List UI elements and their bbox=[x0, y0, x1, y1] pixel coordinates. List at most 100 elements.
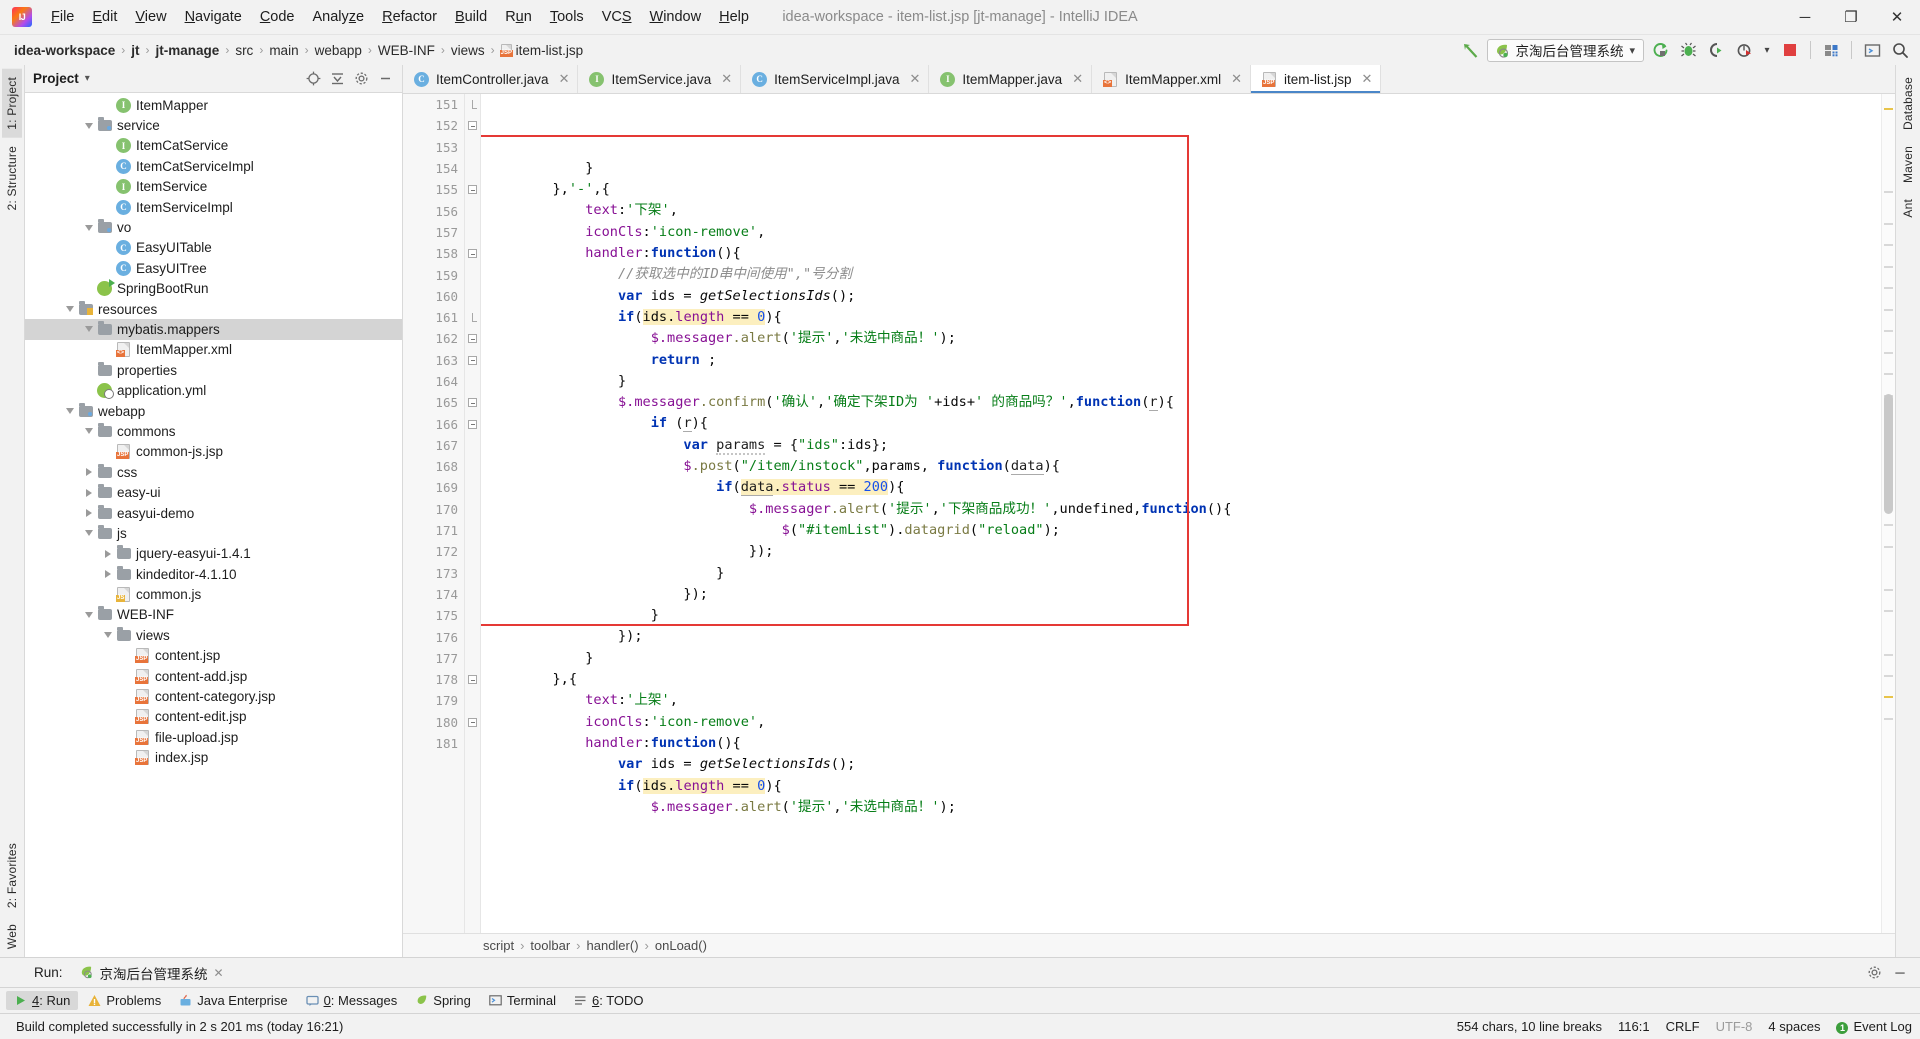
debug-icon[interactable] bbox=[1676, 38, 1700, 62]
close-icon[interactable]: ✕ bbox=[559, 71, 570, 87]
editor-marker[interactable] bbox=[1884, 330, 1893, 332]
tree-node-itemcatservice[interactable]: I ItemCatService bbox=[25, 136, 402, 156]
tree-twisty-down-icon[interactable] bbox=[101, 632, 115, 639]
run-with-coverage-icon[interactable] bbox=[1704, 38, 1728, 62]
editor-marker[interactable] bbox=[1884, 524, 1893, 526]
editor-breadcrumb-handler-[interactable]: handler() bbox=[583, 937, 643, 954]
search-everywhere-icon[interactable] bbox=[1888, 38, 1912, 62]
code-line[interactable]: iconCls:'icon-remove', bbox=[487, 222, 1881, 243]
code-line[interactable]: },'-',{ bbox=[487, 179, 1881, 200]
minimize-button[interactable]: ─ bbox=[1782, 0, 1828, 35]
tree-node-file-upload.jsp[interactable]: JSP file-upload.jsp bbox=[25, 727, 402, 747]
tool-window-web[interactable]: Web bbox=[2, 916, 22, 957]
code-line[interactable]: return ; bbox=[487, 350, 1881, 371]
tree-node-resources[interactable]: resources bbox=[25, 299, 402, 319]
breadcrumb-item-views[interactable]: views bbox=[447, 41, 489, 60]
bottom-tool-0-messages[interactable]: 0: Messages bbox=[298, 991, 406, 1010]
code-line[interactable]: } bbox=[487, 648, 1881, 669]
tree-node-itemservice[interactable]: I ItemService bbox=[25, 177, 402, 197]
breadcrumb-item-main[interactable]: main bbox=[265, 41, 302, 60]
code-line[interactable]: var ids = getSelectionsIds(); bbox=[487, 286, 1881, 307]
code-line[interactable]: }); bbox=[487, 626, 1881, 647]
hide-panel-icon[interactable]: ─ bbox=[1888, 961, 1912, 985]
tree-twisty-right-icon[interactable] bbox=[101, 570, 115, 579]
editor-marker[interactable] bbox=[1884, 266, 1893, 268]
fold-marker-minus[interactable] bbox=[465, 712, 480, 733]
tree-node-kindeditor-4.1.10[interactable]: kindeditor-4.1.10 bbox=[25, 564, 402, 584]
close-icon[interactable]: ✕ bbox=[1231, 71, 1242, 87]
bottom-tool-problems[interactable]: Problems bbox=[80, 991, 169, 1010]
file-encoding[interactable]: UTF-8 bbox=[1708, 1019, 1761, 1034]
fold-marker-minus[interactable] bbox=[465, 392, 480, 413]
code-line[interactable]: $.messager.confirm('确认','确定下架ID为 '+ids+'… bbox=[487, 392, 1881, 413]
fold-marker-end[interactable] bbox=[465, 94, 480, 115]
collapse-all-icon[interactable] bbox=[326, 68, 348, 90]
profile-icon[interactable] bbox=[1732, 38, 1756, 62]
close-icon[interactable]: ✕ bbox=[721, 71, 732, 87]
code-line[interactable]: $.post("/item/instock",params, function(… bbox=[487, 456, 1881, 477]
editor-tab-itemcontroller-java[interactable]: C ItemController.java ✕ bbox=[403, 65, 579, 93]
code-line[interactable]: text:'上架', bbox=[487, 690, 1881, 711]
bottom-tool-6-todo[interactable]: 6: TODO bbox=[566, 991, 652, 1010]
run-icon[interactable] bbox=[1648, 38, 1672, 62]
bottom-tool-java-enterprise[interactable]: Java Enterprise bbox=[171, 991, 295, 1010]
editor-marker[interactable] bbox=[1884, 223, 1893, 225]
editor-marker[interactable] bbox=[1884, 589, 1893, 591]
editor-tab-itemserviceimpl-java[interactable]: C ItemServiceImpl.java ✕ bbox=[741, 65, 930, 93]
code-text[interactable]: } },'-',{ text:'下架', iconCls:'icon-remov… bbox=[481, 94, 1881, 933]
bottom-tool-4-run[interactable]: 4: Run bbox=[6, 991, 79, 1010]
project-scope-chevron-icon[interactable]: ▾ bbox=[85, 73, 90, 84]
fold-marker-end[interactable] bbox=[465, 307, 480, 328]
editor-marker[interactable] bbox=[1884, 244, 1893, 246]
code-line[interactable]: } bbox=[487, 371, 1881, 392]
menu-tools[interactable]: Tools bbox=[541, 5, 593, 29]
code-line[interactable]: if (r){ bbox=[487, 413, 1881, 434]
breadcrumb-item-web-inf[interactable]: WEB-INF bbox=[374, 41, 439, 60]
editor-marker[interactable] bbox=[1884, 373, 1893, 375]
project-tree[interactable]: I ItemMapper service I ItemCatService C ItemCa… bbox=[25, 93, 402, 957]
code-line[interactable]: if(data.status == 200){ bbox=[487, 477, 1881, 498]
fold-marker-minus[interactable] bbox=[465, 413, 480, 434]
indent-setting[interactable]: 4 spaces bbox=[1760, 1019, 1828, 1034]
run-configuration-selector[interactable]: 京淘后台管理系统 ▾ bbox=[1487, 38, 1644, 62]
breadcrumb-item-idea-workspace[interactable]: idea-workspace bbox=[10, 41, 119, 60]
close-icon[interactable]: ✕ bbox=[909, 71, 920, 87]
editor-marker[interactable] bbox=[1884, 654, 1893, 656]
editor-marker[interactable] bbox=[1884, 287, 1893, 289]
fold-marker-minus[interactable] bbox=[465, 669, 480, 690]
tree-node-content-category.jsp[interactable]: JSP content-category.jsp bbox=[25, 686, 402, 706]
editor-marker[interactable] bbox=[1884, 696, 1893, 698]
tree-twisty-down-icon[interactable] bbox=[82, 428, 96, 435]
code-folding-gutter[interactable] bbox=[465, 94, 481, 933]
code-line[interactable]: } bbox=[487, 605, 1881, 626]
code-line[interactable]: $.messager.alert('提示','下架商品成功！',undefine… bbox=[487, 499, 1881, 520]
stop-icon[interactable] bbox=[1778, 38, 1802, 62]
menu-code[interactable]: Code bbox=[251, 5, 304, 29]
caret-position[interactable]: 116:1 bbox=[1610, 1019, 1658, 1034]
close-button[interactable]: ✕ bbox=[1874, 0, 1920, 35]
code-line[interactable]: if(ids.length == 0){ bbox=[487, 776, 1881, 797]
tree-node-commons[interactable]: commons bbox=[25, 421, 402, 441]
line-separator[interactable]: CRLF bbox=[1658, 1019, 1708, 1034]
breadcrumb-item-jt[interactable]: jt bbox=[127, 41, 143, 60]
menu-analyze[interactable]: Analyze bbox=[304, 5, 374, 29]
editor-marker[interactable] bbox=[1884, 108, 1893, 110]
tree-node-itemmapper[interactable]: I ItemMapper bbox=[25, 95, 402, 115]
tree-node-vo[interactable]: vo bbox=[25, 217, 402, 237]
terminal-icon[interactable] bbox=[1860, 38, 1884, 62]
tree-node-content.jsp[interactable]: JSP content.jsp bbox=[25, 646, 402, 666]
locate-file-icon[interactable] bbox=[302, 68, 324, 90]
tool-window-favorites[interactable]: 2: Favorites bbox=[2, 835, 22, 916]
menu-view[interactable]: View bbox=[126, 5, 175, 29]
tool-window-maven[interactable]: Maven bbox=[1898, 138, 1918, 191]
tree-node-itemserviceimpl[interactable]: C ItemServiceImpl bbox=[25, 197, 402, 217]
menu-run[interactable]: Run bbox=[496, 5, 541, 29]
menu-vcs[interactable]: VCS bbox=[593, 5, 641, 29]
tree-node-easyui-demo[interactable]: easyui-demo bbox=[25, 503, 402, 523]
code-line[interactable]: } bbox=[487, 158, 1881, 179]
code-editor[interactable]: 151 152 153 154 155 156 157 158 159 160 161 162 163 1… bbox=[403, 94, 1895, 933]
editor-tab-itemmapper-xml[interactable]: <> ItemMapper.xml ✕ bbox=[1092, 65, 1252, 93]
tree-twisty-down-icon[interactable] bbox=[63, 408, 77, 415]
editor-tab-itemmapper-java[interactable]: I ItemMapper.java ✕ bbox=[929, 65, 1093, 93]
project-structure-icon[interactable] bbox=[1819, 38, 1843, 62]
